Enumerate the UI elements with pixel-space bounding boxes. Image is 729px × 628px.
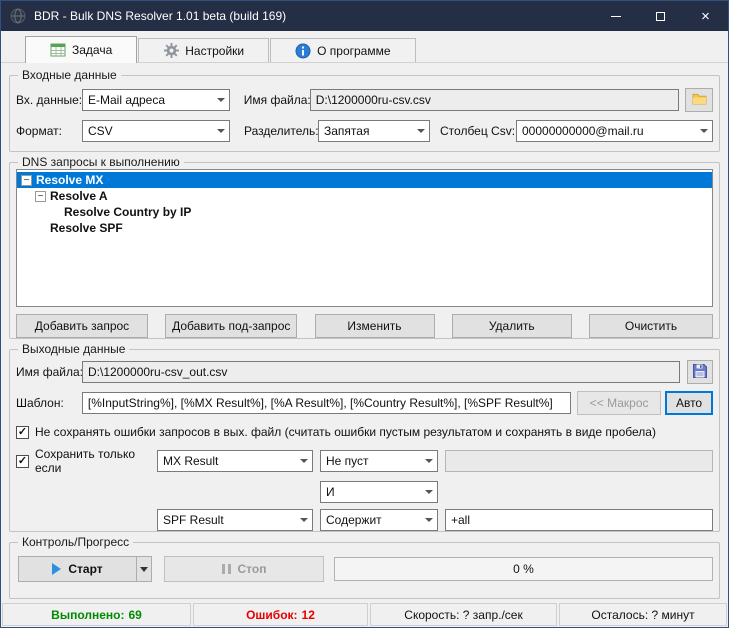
play-icon xyxy=(52,563,61,575)
task-grid-icon xyxy=(50,42,66,58)
chevron-down-icon xyxy=(696,121,712,141)
output-data-group: Выходные данные Имя файла: xyxy=(9,349,720,532)
condition2-value-field[interactable] xyxy=(445,509,713,531)
control-group-title: Контроль/Прогресс xyxy=(18,535,133,549)
tab-task[interactable]: Задача xyxy=(25,36,137,63)
input-filename-label: Имя файла: xyxy=(244,93,310,107)
condition1-operator-select[interactable]: Не пуст xyxy=(320,450,438,472)
chevron-down-icon xyxy=(421,510,437,530)
query-tree[interactable]: − Resolve MX − Resolve A Resolve Country… xyxy=(16,169,713,307)
input-group-title: Входные данные xyxy=(18,68,121,82)
delimiter-label: Разделитель: xyxy=(244,124,318,138)
add-query-button[interactable]: Добавить запрос xyxy=(16,314,148,338)
tab-strip: Задача Настройки xyxy=(1,31,728,63)
tab-about-label: О программе xyxy=(317,44,390,58)
floppy-icon xyxy=(692,363,708,382)
delimiter-select[interactable]: Запятая xyxy=(318,120,430,142)
condition1-value-field[interactable] xyxy=(445,450,713,472)
collapse-icon[interactable]: − xyxy=(21,175,32,186)
template-label: Шаблон: xyxy=(16,396,82,410)
format-label: Формат: xyxy=(16,124,82,138)
tree-item-label: Resolve A xyxy=(50,189,108,203)
skip-errors-label: Не сохранять ошибки запросов в вых. файл… xyxy=(35,425,656,439)
tree-item-resolve-mx[interactable]: − Resolve MX xyxy=(17,172,712,188)
clear-queries-button[interactable]: Очистить xyxy=(589,314,713,338)
start-button-label: Старт xyxy=(68,562,102,576)
macro-button[interactable]: << Макрос xyxy=(577,391,661,415)
app-window: BDR - Bulk DNS Resolver 1.01 beta (build… xyxy=(0,0,729,628)
tab-task-label: Задача xyxy=(72,43,112,57)
chevron-down-icon xyxy=(413,121,429,141)
auto-button[interactable]: Авто xyxy=(665,391,713,415)
minimize-icon xyxy=(611,16,621,17)
tree-item-label: Resolve Country by IP xyxy=(64,205,191,219)
output-filename-field[interactable] xyxy=(82,361,680,383)
gear-icon xyxy=(163,43,179,59)
condition1-field-select[interactable]: MX Result xyxy=(157,450,313,472)
chevron-down-icon xyxy=(140,567,148,572)
save-only-checkbox[interactable]: ✓ Сохранить только если xyxy=(16,447,157,475)
chevron-down-icon xyxy=(213,121,229,141)
window-title: BDR - Bulk DNS Resolver 1.01 beta (build… xyxy=(34,9,593,23)
minimize-button[interactable] xyxy=(593,1,638,31)
close-icon: × xyxy=(701,9,710,24)
format-select[interactable]: CSV xyxy=(82,120,230,142)
dns-queries-group: DNS запросы к выполнению − Resolve MX − … xyxy=(9,162,720,339)
control-progress-group: Контроль/Прогресс Старт Стоп 0 % xyxy=(9,542,720,599)
skip-errors-checkbox[interactable]: ✓ Не сохранять ошибки запросов в вых. фа… xyxy=(16,425,713,439)
tab-settings[interactable]: Настройки xyxy=(138,38,269,62)
template-field[interactable] xyxy=(82,392,571,414)
pause-icon xyxy=(222,564,231,574)
logic-operator-select[interactable]: И xyxy=(320,481,438,503)
source-label: Вх. данные: xyxy=(16,93,82,107)
chevron-down-icon xyxy=(296,510,312,530)
tree-item-resolve-a[interactable]: − Resolve A xyxy=(17,188,712,204)
start-button[interactable]: Старт xyxy=(18,556,152,582)
queries-group-title: DNS запросы к выполнению xyxy=(18,155,184,169)
info-icon xyxy=(295,43,311,59)
close-button[interactable]: × xyxy=(683,1,728,31)
progress-text: 0 % xyxy=(513,562,534,576)
input-filename-field[interactable] xyxy=(310,89,679,111)
chevron-down-icon xyxy=(421,482,437,502)
tab-about[interactable]: О программе xyxy=(270,38,415,62)
collapse-icon[interactable]: − xyxy=(35,191,46,202)
input-type-select[interactable]: E-Mail адреса xyxy=(82,89,230,111)
start-dropdown-arrow[interactable] xyxy=(136,557,151,581)
input-data-group: Входные данные Вх. данные: E-Mail адреса… xyxy=(9,75,720,152)
progress-bar: 0 % xyxy=(334,557,713,581)
checkbox-check-icon: ✓ xyxy=(16,455,29,468)
checkbox-check-icon: ✓ xyxy=(16,426,29,439)
tree-item-resolve-country[interactable]: Resolve Country by IP xyxy=(17,204,712,220)
chevron-down-icon xyxy=(421,451,437,471)
maximize-button[interactable] xyxy=(638,1,683,31)
output-filename-label: Имя файла: xyxy=(16,365,82,379)
save-only-label: Сохранить только если xyxy=(35,447,157,475)
edit-query-button[interactable]: Изменить xyxy=(315,314,435,338)
add-subquery-button[interactable]: Добавить под-запрос xyxy=(165,314,297,338)
csv-column-label: Столбец Csv: xyxy=(440,124,516,138)
condition2-field-select[interactable]: SPF Result xyxy=(157,509,313,531)
titlebar: BDR - Bulk DNS Resolver 1.01 beta (build… xyxy=(1,1,728,31)
tree-item-resolve-spf[interactable]: Resolve SPF xyxy=(17,220,712,236)
app-icon xyxy=(10,8,26,24)
tab-settings-label: Настройки xyxy=(185,44,244,58)
chevron-down-icon xyxy=(213,90,229,110)
browse-file-button[interactable] xyxy=(685,88,713,112)
maximize-icon xyxy=(656,12,665,21)
stop-button-label: Стоп xyxy=(238,562,267,576)
tree-item-label: Resolve SPF xyxy=(50,221,123,235)
folder-icon xyxy=(692,92,707,108)
chevron-down-icon xyxy=(296,451,312,471)
condition2-operator-select[interactable]: Содержит xyxy=(320,509,438,531)
csv-column-select[interactable]: 00000000000@mail.ru xyxy=(516,120,713,142)
delete-query-button[interactable]: Удалить xyxy=(452,314,572,338)
tree-item-label: Resolve MX xyxy=(36,173,103,187)
output-group-title: Выходные данные xyxy=(18,342,129,356)
stop-button[interactable]: Стоп xyxy=(164,556,324,582)
save-file-button[interactable] xyxy=(687,360,713,384)
